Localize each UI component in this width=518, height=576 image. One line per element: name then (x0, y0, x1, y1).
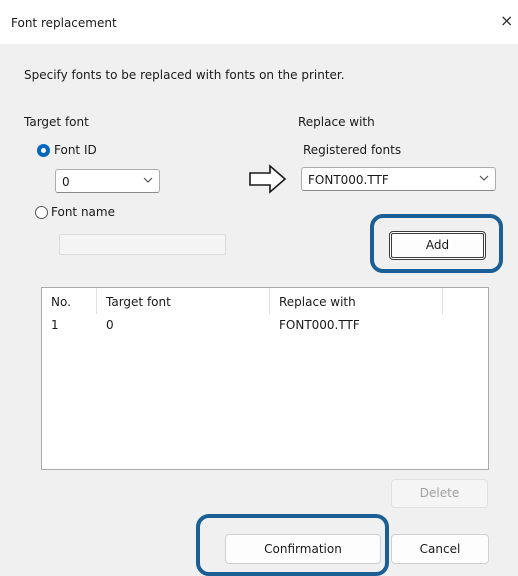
row-no: 1 (51, 318, 59, 332)
registered-fonts-dropdown[interactable]: FONT000.TTF (301, 167, 496, 191)
font-id-radio[interactable] (37, 144, 50, 157)
replace-with-label: Replace with (298, 115, 375, 129)
cancel-button[interactable]: Cancel (391, 534, 489, 564)
font-id-dropdown[interactable]: 0 (55, 169, 160, 193)
close-icon[interactable]: × (500, 12, 513, 30)
delete-button[interactable]: Delete (391, 479, 488, 508)
right-arrow-icon (248, 164, 288, 197)
confirmation-button[interactable]: Confirmation (225, 534, 381, 564)
instructions-text: Specify fonts to be replaced with fonts … (24, 68, 345, 82)
column-header-target-font[interactable]: Target font (97, 288, 270, 314)
row-replace-with: FONT000.TTF (279, 318, 360, 332)
registered-fonts-value: FONT000.TTF (308, 173, 389, 187)
column-header-no[interactable]: No. (42, 288, 97, 314)
target-font-label: Target font (24, 115, 89, 129)
font-id-label[interactable]: Font ID (54, 143, 97, 157)
row-target-font: 0 (106, 318, 114, 332)
registered-fonts-label: Registered fonts (303, 143, 402, 157)
window-title: Font replacement (11, 16, 117, 30)
add-button[interactable]: Add (389, 231, 486, 260)
dialog-body: Specify fonts to be replaced with fonts … (0, 44, 518, 576)
font-id-value: 0 (62, 175, 70, 189)
chevron-down-icon (479, 173, 489, 186)
column-header-replace-with[interactable]: Replace with (270, 288, 443, 314)
font-name-label[interactable]: Font name (51, 205, 115, 219)
font-name-radio[interactable] (35, 206, 48, 219)
title-bar: Font replacement × (0, 0, 518, 44)
replacement-table[interactable]: No. Target font Replace with 1 0 FONT000… (41, 287, 489, 470)
font-name-input[interactable] (59, 234, 226, 255)
table-row[interactable]: 1 0 FONT000.TTF (42, 315, 488, 335)
chevron-down-icon (143, 175, 153, 188)
